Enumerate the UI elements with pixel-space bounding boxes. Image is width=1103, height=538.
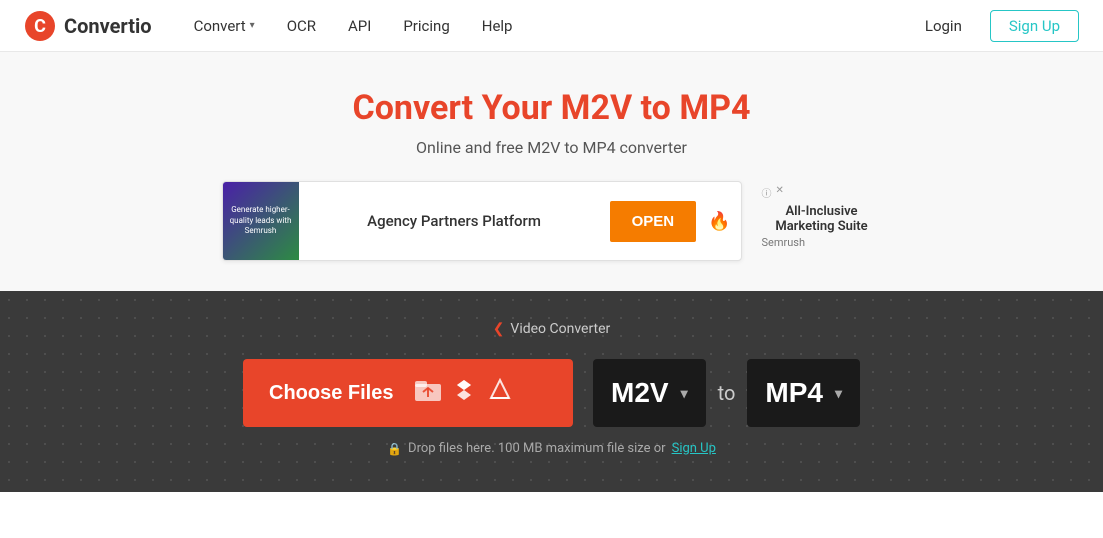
ad-close-icon[interactable]: 🔥 <box>708 211 730 232</box>
to-format-button[interactable]: MP4 ▾ <box>747 359 860 427</box>
nav-help[interactable]: Help <box>468 11 527 41</box>
from-format-chevron-icon: ▾ <box>681 385 688 402</box>
ad-side-info: ⓘ ✕ All-Inclusive Marketing Suite Semrus… <box>762 181 882 249</box>
svg-text:C: C <box>34 16 46 37</box>
folder-icon[interactable] <box>415 379 441 407</box>
header: C Convertio Convert ▾ OCR API Pricing He… <box>0 0 1103 52</box>
login-button[interactable]: Login <box>913 11 974 41</box>
ad-agency-label: Agency Partners Platform <box>299 212 610 230</box>
logo-icon: C <box>24 10 56 42</box>
to-format-chevron-icon: ▾ <box>835 385 842 402</box>
breadcrumb-chevron-icon: ❮ <box>493 321 505 337</box>
ad-image: Generate higher-quality leads with Semru… <box>223 181 299 261</box>
dropbox-icon[interactable] <box>451 378 477 408</box>
header-actions: Login Sign Up <box>913 10 1079 42</box>
lock-icon: 🔒 <box>387 442 402 456</box>
from-format-button[interactable]: M2V ▾ <box>593 359 706 427</box>
main-nav: Convert ▾ OCR API Pricing Help <box>180 11 913 41</box>
signup-button[interactable]: Sign Up <box>990 10 1079 42</box>
page-title: Convert Your M2V to MP4 <box>20 88 1083 128</box>
to-label: to <box>718 381 736 405</box>
ad-side-title: All-Inclusive Marketing Suite <box>762 204 882 234</box>
signup-link[interactable]: Sign Up <box>672 441 716 456</box>
nav-convert[interactable]: Convert ▾ <box>180 11 269 41</box>
drive-icon[interactable] <box>487 378 513 408</box>
nav-ocr[interactable]: OCR <box>273 11 330 41</box>
nav-pricing[interactable]: Pricing <box>389 11 463 41</box>
logo[interactable]: C Convertio <box>24 10 152 42</box>
choose-files-button[interactable]: Choose Files <box>243 359 573 427</box>
format-selector: M2V ▾ to MP4 ▾ <box>593 359 860 427</box>
convert-chevron-icon: ▾ <box>250 20 255 31</box>
ad-open-button[interactable]: OPEN <box>610 201 697 242</box>
ad-area: Generate higher-quality leads with Semru… <box>20 181 1083 271</box>
page-subtitle: Online and free M2V to MP4 converter <box>20 138 1083 157</box>
nav-api[interactable]: API <box>334 11 385 41</box>
breadcrumb-label[interactable]: Video Converter <box>510 321 610 337</box>
ad-info-icon[interactable]: ⓘ <box>762 185 772 200</box>
ad-card: Generate higher-quality leads with Semru… <box>222 181 742 261</box>
logo-text: Convertio <box>64 14 152 38</box>
drop-hint: 🔒 Drop files here. 100 MB maximum file s… <box>40 441 1063 456</box>
ad-close-side-icon[interactable]: ✕ <box>776 185 784 200</box>
hero-section: Convert Your M2V to MP4 Online and free … <box>0 52 1103 291</box>
converter-section: ❮ Video Converter Choose Files <box>0 291 1103 492</box>
converter-controls: Choose Files <box>40 359 1063 427</box>
breadcrumb: ❮ Video Converter <box>40 321 1063 337</box>
ad-side-brand: Semrush <box>762 236 806 249</box>
upload-icons <box>415 378 513 408</box>
